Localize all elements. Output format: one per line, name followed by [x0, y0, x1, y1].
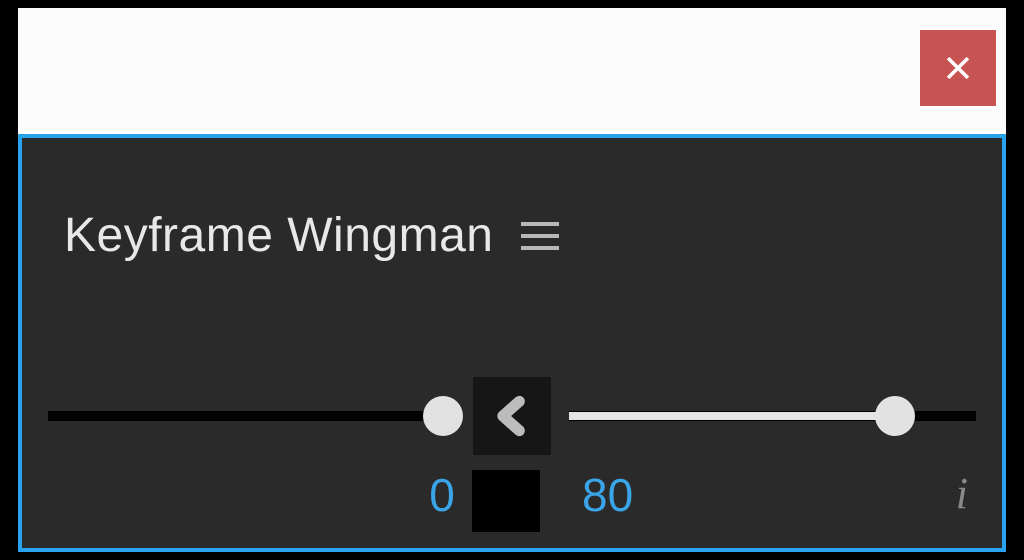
ease-out-value[interactable]: 80	[582, 468, 633, 522]
close-button[interactable]	[920, 30, 996, 106]
ease-in-value[interactable]: 0	[422, 468, 462, 522]
slider-fill	[569, 412, 895, 420]
ease-out-slider[interactable]	[569, 386, 976, 446]
apply-button[interactable]	[473, 377, 551, 455]
titlebar	[18, 8, 1006, 130]
panel-header: Keyframe Wingman	[64, 208, 559, 263]
info-button[interactable]: i	[956, 472, 968, 516]
ease-in-slider[interactable]	[48, 386, 455, 446]
slider-track	[48, 411, 455, 421]
menu-button[interactable]	[521, 218, 559, 254]
slider-row	[48, 386, 976, 446]
close-icon	[941, 51, 975, 85]
panel-title: Keyframe Wingman	[64, 208, 493, 263]
slider-thumb[interactable]	[423, 396, 463, 436]
value-input-box[interactable]	[472, 470, 540, 532]
chevron-left-icon	[490, 394, 534, 438]
dialog-window: Keyframe Wingman	[18, 8, 1006, 552]
plugin-panel: Keyframe Wingman	[18, 134, 1006, 552]
slider-thumb[interactable]	[875, 396, 915, 436]
hamburger-icon	[521, 222, 559, 226]
value-row: 0 80	[22, 468, 1002, 538]
